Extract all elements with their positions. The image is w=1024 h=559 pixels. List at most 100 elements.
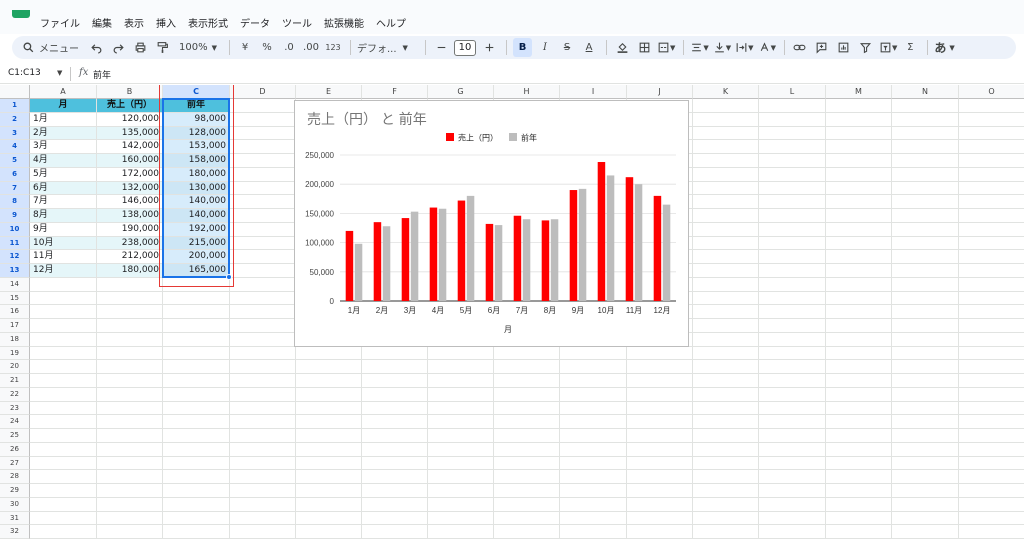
- empty-cell[interactable]: [97, 470, 163, 484]
- empty-cell[interactable]: [428, 511, 494, 526]
- empty-cell[interactable]: [759, 222, 826, 237]
- sheets-logo-icon[interactable]: [12, 10, 30, 18]
- empty-cell[interactable]: [296, 346, 362, 361]
- empty-cell[interactable]: [759, 497, 826, 512]
- empty-cell[interactable]: [494, 470, 560, 484]
- empty-cell[interactable]: [362, 525, 428, 539]
- empty-cell[interactable]: [296, 429, 362, 443]
- empty-cell[interactable]: [959, 457, 1024, 471]
- empty-cell[interactable]: [230, 442, 296, 457]
- empty-cell[interactable]: [959, 388, 1024, 402]
- empty-cell[interactable]: [163, 415, 230, 429]
- empty-cell[interactable]: [892, 484, 959, 498]
- empty-cell[interactable]: [892, 250, 959, 264]
- empty-cell[interactable]: [230, 99, 296, 113]
- empty-cell[interactable]: [693, 305, 759, 319]
- empty-cell[interactable]: [826, 140, 892, 154]
- row-header-30[interactable]: 30: [0, 497, 30, 512]
- empty-cell[interactable]: [892, 140, 959, 154]
- empty-cell[interactable]: [959, 154, 1024, 168]
- empty-cell[interactable]: [693, 209, 759, 223]
- empty-cell[interactable]: [230, 305, 296, 319]
- empty-cell[interactable]: [892, 429, 959, 443]
- empty-cell[interactable]: [30, 470, 97, 484]
- empty-cell[interactable]: [826, 470, 892, 484]
- text-wrap-button[interactable]: ▼: [735, 38, 754, 57]
- empty-cell[interactable]: [759, 277, 826, 292]
- empty-cell[interactable]: [959, 360, 1024, 374]
- font-size-decrease-button[interactable]: [432, 38, 450, 57]
- empty-cell[interactable]: [826, 99, 892, 113]
- empty-cell[interactable]: [892, 401, 959, 416]
- empty-cell[interactable]: [163, 319, 230, 333]
- empty-cell[interactable]: [494, 374, 560, 388]
- functions-button[interactable]: Σ: [901, 38, 919, 57]
- empty-cell[interactable]: [560, 415, 627, 429]
- empty-cell[interactable]: [892, 525, 959, 539]
- empty-cell[interactable]: [693, 181, 759, 196]
- empty-cell[interactable]: [230, 415, 296, 429]
- empty-cell[interactable]: [30, 484, 97, 498]
- menu-item[interactable]: 編集: [92, 15, 112, 30]
- empty-cell[interactable]: [230, 250, 296, 264]
- table-cell[interactable]: 1月: [30, 112, 97, 127]
- table-cell[interactable]: 146,000: [97, 195, 163, 209]
- empty-cell[interactable]: [30, 401, 97, 416]
- row-header-12[interactable]: 12: [0, 250, 30, 264]
- empty-cell[interactable]: [362, 456, 428, 471]
- empty-cell[interactable]: [826, 456, 892, 471]
- empty-cell[interactable]: [693, 346, 759, 361]
- empty-cell[interactable]: [494, 401, 560, 416]
- empty-cell[interactable]: [693, 442, 759, 457]
- row-header-3[interactable]: 3: [0, 126, 30, 141]
- empty-cell[interactable]: [163, 346, 230, 361]
- empty-cell[interactable]: [230, 319, 296, 333]
- empty-cell[interactable]: [428, 456, 494, 471]
- empty-cell[interactable]: [230, 154, 296, 168]
- empty-cell[interactable]: [826, 154, 892, 168]
- empty-cell[interactable]: [959, 250, 1024, 264]
- empty-cell[interactable]: [759, 291, 826, 306]
- empty-cell[interactable]: [428, 346, 494, 361]
- empty-cell[interactable]: [362, 484, 428, 498]
- empty-cell[interactable]: [693, 195, 759, 209]
- paint-format-button[interactable]: [153, 38, 171, 57]
- empty-cell[interactable]: [826, 511, 892, 526]
- empty-cell[interactable]: [892, 346, 959, 361]
- empty-cell[interactable]: [759, 360, 826, 374]
- empty-cell[interactable]: [230, 140, 296, 154]
- empty-cell[interactable]: [826, 236, 892, 251]
- empty-cell[interactable]: [826, 429, 892, 443]
- empty-cell[interactable]: [560, 429, 627, 443]
- table-cell[interactable]: 215,000: [163, 236, 230, 251]
- empty-cell[interactable]: [230, 277, 296, 292]
- row-header-8[interactable]: 8: [0, 195, 30, 209]
- empty-cell[interactable]: [30, 429, 97, 443]
- empty-cell[interactable]: [693, 140, 759, 154]
- row-header-25[interactable]: 25: [0, 429, 30, 443]
- empty-cell[interactable]: [892, 319, 959, 333]
- empty-cell[interactable]: [759, 429, 826, 443]
- table-cell[interactable]: 4月: [30, 154, 97, 168]
- empty-cell[interactable]: [97, 319, 163, 333]
- empty-cell[interactable]: [959, 168, 1024, 182]
- table-cell[interactable]: 12月: [30, 264, 97, 278]
- empty-cell[interactable]: [560, 387, 627, 402]
- row-header-9[interactable]: 9: [0, 209, 30, 223]
- vertical-align-button[interactable]: ▼: [713, 38, 731, 57]
- empty-cell[interactable]: [97, 429, 163, 443]
- empty-cell[interactable]: [693, 429, 759, 443]
- column-header-n[interactable]: N: [892, 85, 959, 99]
- table-cell[interactable]: 120,000: [97, 112, 163, 127]
- empty-cell[interactable]: [959, 525, 1024, 539]
- empty-cell[interactable]: [959, 278, 1024, 292]
- redo-button[interactable]: [109, 38, 127, 57]
- empty-cell[interactable]: [494, 442, 560, 457]
- empty-cell[interactable]: [30, 277, 97, 292]
- empty-cell[interactable]: [428, 415, 494, 429]
- empty-cell[interactable]: [826, 195, 892, 209]
- empty-cell[interactable]: [428, 442, 494, 457]
- empty-cell[interactable]: [494, 387, 560, 402]
- empty-cell[interactable]: [230, 484, 296, 498]
- empty-cell[interactable]: [230, 456, 296, 471]
